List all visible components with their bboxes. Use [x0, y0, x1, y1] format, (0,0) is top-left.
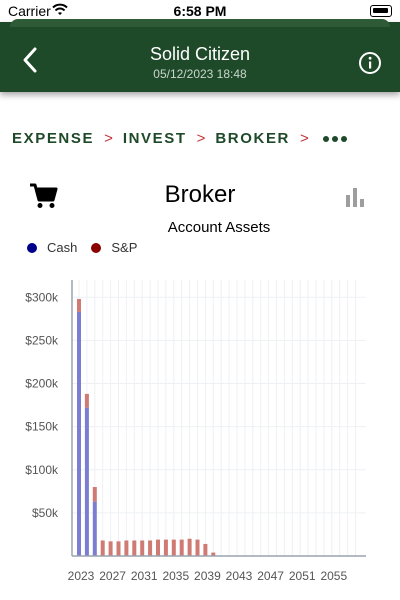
- bar-sp: [195, 539, 200, 556]
- y-tick-label: $50k: [32, 506, 59, 520]
- y-tick-label: $200k: [25, 377, 59, 391]
- more-dots-icon[interactable]: [322, 130, 350, 147]
- breadcrumb-separator: >: [104, 129, 113, 147]
- chart-legend: Cash S&P: [27, 240, 151, 255]
- y-tick-label: $150k: [25, 420, 59, 434]
- bar-cash: [92, 501, 97, 556]
- breadcrumb-invest[interactable]: INVEST: [123, 130, 187, 147]
- legend-item-sp: S&P: [91, 240, 137, 255]
- bar-sp: [100, 540, 105, 556]
- bar-sp: [148, 540, 153, 556]
- breadcrumb-separator: >: [196, 129, 206, 147]
- bar-sp: [132, 540, 137, 556]
- bar-sp: [84, 393, 89, 408]
- chart-title: Account Assets: [167, 219, 271, 236]
- bar-cash: [77, 311, 81, 556]
- bar-sp: [171, 539, 176, 556]
- bar-sp: [203, 543, 208, 556]
- clock: 6:58 PM: [173, 3, 227, 19]
- breadcrumb-separator: >: [299, 129, 309, 147]
- x-tick-label: 2027: [99, 569, 126, 583]
- x-tick-label: 2051: [289, 569, 316, 583]
- battery-icon: [370, 5, 392, 17]
- bar-sp: [179, 539, 184, 556]
- header-title: Solid Citizen: [149, 44, 251, 64]
- breadcrumb-broker[interactable]: BROKER: [215, 130, 290, 147]
- bar-sp: [163, 539, 168, 556]
- x-tick-label: 2031: [131, 569, 158, 583]
- legend-label-cash: Cash: [47, 240, 78, 255]
- legend-dot-cash: [27, 242, 37, 253]
- x-tick-label: 2043: [226, 569, 253, 583]
- x-tick-label: 2047: [257, 569, 284, 583]
- bar-sp: [116, 541, 121, 556]
- breadcrumb-expense[interactable]: EXPENSE: [12, 130, 94, 147]
- bar-sp: [77, 298, 81, 312]
- x-tick-label: 2039: [194, 569, 221, 583]
- info-icon[interactable]: [358, 51, 382, 75]
- legend-dot-sp: [91, 242, 102, 253]
- x-tick-label: 2055: [320, 569, 347, 583]
- account-assets-chart: $50k $100k $150k $200k $250k $300k 2023 2027 203…: [25, 280, 366, 583]
- page-title: Broker: [164, 181, 236, 208]
- bar-sp: [124, 540, 129, 556]
- bar-sp: [187, 538, 192, 556]
- legend-item-cash: Cash: [27, 240, 77, 255]
- bar-sp: [156, 539, 160, 556]
- bar-sp: [108, 541, 113, 556]
- y-tick-label: $100k: [25, 463, 59, 477]
- legend-label-sp: S&P: [111, 240, 138, 255]
- bar-sp: [92, 487, 97, 502]
- app-header: Solid Citizen 05/12/2023 18:48: [0, 19, 400, 92]
- bar-chart-icon[interactable]: [344, 186, 366, 208]
- x-tick-label: 2035: [162, 569, 189, 583]
- bar-cash: [84, 407, 89, 556]
- breadcrumb: EXPENSE > INVEST > BROKER >: [12, 128, 350, 148]
- y-tick-label: $250k: [25, 333, 59, 347]
- x-tick-label: 2023: [68, 569, 95, 583]
- bar-sp: [140, 540, 145, 556]
- y-tick-label: $300k: [25, 290, 59, 304]
- header-subtitle: 05/12/2023 18:48: [153, 67, 247, 81]
